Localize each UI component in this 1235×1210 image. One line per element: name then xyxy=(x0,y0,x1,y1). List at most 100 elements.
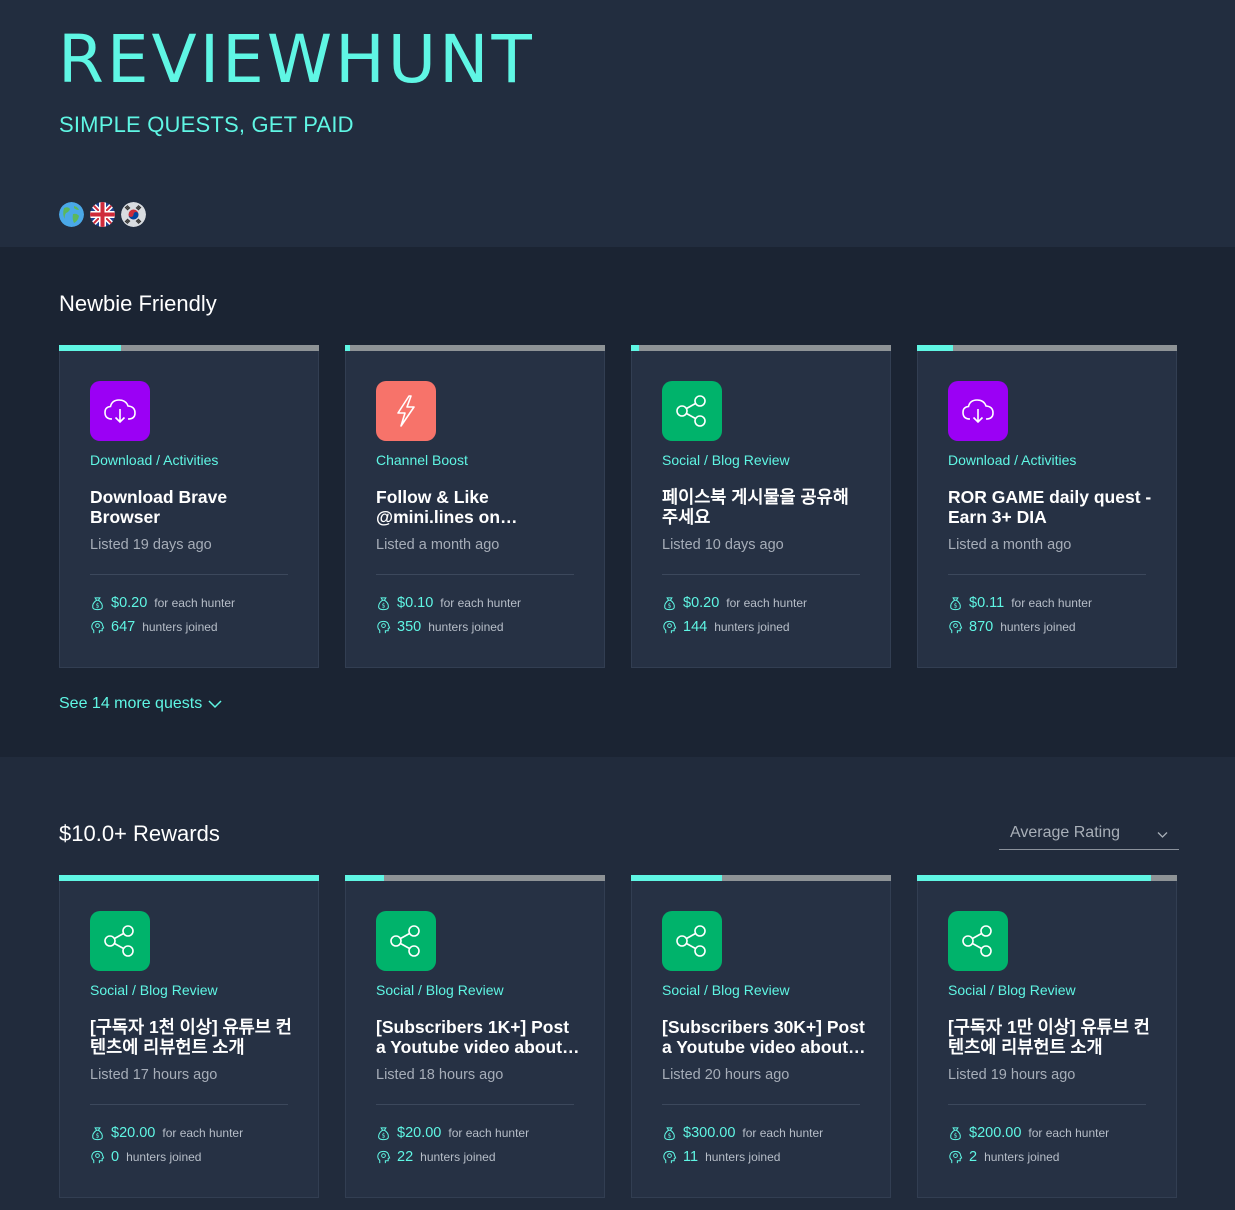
section-newbie-friendly: Newbie Friendly Download / Activities Do… xyxy=(0,247,1235,757)
share-icon xyxy=(676,395,706,427)
money-bag-icon: $ xyxy=(378,1126,389,1140)
head-icon xyxy=(377,620,391,633)
cloud-download-icon xyxy=(104,399,136,424)
quest-listed-time: Listed 19 days ago xyxy=(90,537,212,553)
money-bag-icon: $ xyxy=(950,596,961,610)
card-divider xyxy=(376,574,574,575)
quest-listed-time: Listed 20 hours ago xyxy=(662,1067,790,1083)
head-icon xyxy=(377,1150,391,1163)
category-icon-box xyxy=(948,381,1008,441)
quest-title: [구독자 1만 이상] 유튜브 컨텐츠에 리뷰헌트 소개 xyxy=(948,1017,1150,1057)
reward-amount: $200.00 xyxy=(969,1125,1022,1141)
quest-card[interactable]: Download / Activities Download Brave Bro… xyxy=(59,345,319,668)
quest-title: 페이스북 게시물을 공유해 주세요 xyxy=(662,487,849,527)
sort-selected-value: Average Rating xyxy=(1010,824,1120,841)
reward-amount: $20.00 xyxy=(397,1125,442,1141)
quest-card[interactable]: Social / Blog Review [구독자 1만 이상] 유튜브 컨텐츠… xyxy=(917,875,1177,1198)
hunters-suffix: hunters joined xyxy=(142,620,218,634)
quest-progress-bar xyxy=(917,345,1177,351)
hunters-count: 350 xyxy=(397,619,422,635)
uk-flag-icon[interactable] xyxy=(90,202,115,227)
reward-amount: $300.00 xyxy=(683,1125,736,1141)
hunters-count: 870 xyxy=(969,619,994,635)
quest-progress-bar xyxy=(345,875,605,881)
globe-icon[interactable] xyxy=(59,202,84,227)
svg-text:$: $ xyxy=(668,602,672,609)
reward-amount: $0.11 xyxy=(969,595,1005,611)
quest-category: Social / Blog Review xyxy=(662,452,790,468)
svg-text:$: $ xyxy=(382,1132,386,1139)
sort-dropdown[interactable]: Average Rating xyxy=(999,819,1179,850)
hunters-suffix: hunters joined xyxy=(126,1150,202,1164)
quest-reward: $ $0.20 for each hunter xyxy=(90,595,235,611)
head-icon xyxy=(949,620,963,633)
svg-text:$: $ xyxy=(954,602,958,609)
quest-title: [Subscribers 1K+] Post a Youtube video a… xyxy=(376,1017,580,1057)
head-icon xyxy=(663,620,677,633)
quest-reward: $ $0.11 for each hunter xyxy=(948,595,1092,611)
quest-hunters: 2 hunters joined xyxy=(948,1149,1059,1165)
see-more-label: See 14 more quests xyxy=(59,695,203,712)
hunters-count: 22 xyxy=(397,1149,414,1165)
quest-reward: $ $20.00 for each hunter xyxy=(90,1125,243,1141)
quest-reward: $ $300.00 for each hunter xyxy=(662,1125,823,1141)
quest-listed-time: Listed 18 hours ago xyxy=(376,1067,504,1083)
quest-listed-time: Listed a month ago xyxy=(948,537,1072,553)
quest-card[interactable]: Social / Blog Review 페이스북 게시물을 공유해 주세요 L… xyxy=(631,345,891,668)
money-bag-icon: $ xyxy=(664,1126,675,1140)
share-icon xyxy=(104,925,134,957)
category-icon-box xyxy=(948,911,1008,971)
quest-card[interactable]: Download / Activities ROR GAME daily que… xyxy=(917,345,1177,668)
quest-card[interactable]: Social / Blog Review [Subscribers 1K+] P… xyxy=(345,875,605,1198)
quest-card[interactable]: Social / Blog Review [Subscribers 30K+] … xyxy=(631,875,891,1198)
head-icon xyxy=(91,1150,105,1163)
category-icon-box xyxy=(376,911,436,971)
svg-text:$: $ xyxy=(668,1132,672,1139)
quest-hunters: 647 hunters joined xyxy=(90,619,218,635)
section-title: $10.0+ Rewards xyxy=(59,821,220,846)
category-icon-box xyxy=(662,911,722,971)
card-divider xyxy=(376,1104,574,1105)
quest-progress-bar xyxy=(59,875,319,881)
quest-card[interactable]: Channel Boost Follow & Like @mini.lines … xyxy=(345,345,605,668)
reward-suffix: for each hunter xyxy=(162,1126,244,1140)
see-more-quests-link[interactable]: See 14 more quests xyxy=(59,695,222,713)
card-divider xyxy=(662,574,860,575)
quest-progress-fill xyxy=(917,345,954,351)
reward-suffix: for each hunter xyxy=(448,1126,530,1140)
money-bag-icon: $ xyxy=(92,1126,103,1140)
share-icon xyxy=(676,925,706,957)
quest-listed-time: Listed 17 hours ago xyxy=(90,1067,218,1083)
quest-title: [Subscribers 30K+] Post a Youtube video … xyxy=(662,1017,866,1057)
svg-text:$: $ xyxy=(96,1132,100,1139)
tagline: SIMPLE QUESTS, GET PAID xyxy=(59,112,354,137)
quest-category: Social / Blog Review xyxy=(90,982,218,998)
quest-listed-time: Listed 10 days ago xyxy=(662,537,784,553)
reward-suffix: for each hunter xyxy=(726,596,808,610)
quest-card[interactable]: Social / Blog Review [구독자 1천 이상] 유튜브 컨텐츠… xyxy=(59,875,319,1198)
site-logo[interactable]: REVIEWHUNT xyxy=(58,22,535,98)
money-bag-icon: $ xyxy=(950,1126,961,1140)
quest-category: Download / Activities xyxy=(90,452,219,468)
category-icon-box xyxy=(662,381,722,441)
quest-hunters: 870 hunters joined xyxy=(948,619,1076,635)
hunters-suffix: hunters joined xyxy=(984,1150,1060,1164)
svg-text:$: $ xyxy=(382,602,386,609)
hunters-count: 144 xyxy=(683,619,708,635)
quest-category: Download / Activities xyxy=(948,452,1077,468)
quest-title: Download Brave Browser xyxy=(90,487,228,527)
hunters-suffix: hunters joined xyxy=(420,1150,496,1164)
korea-flag-icon[interactable] xyxy=(121,202,146,227)
hero-header: REVIEWHUNT SIMPLE QUESTS, GET PAID xyxy=(0,0,1235,247)
quest-hunters: 0 hunters joined xyxy=(90,1149,201,1165)
head-icon xyxy=(949,1150,963,1163)
quest-listed-time: Listed a month ago xyxy=(376,537,500,553)
quest-progress-fill xyxy=(631,875,722,881)
quest-reward: $ $0.20 for each hunter xyxy=(662,595,807,611)
quest-title: [구독자 1천 이상] 유튜브 컨텐츠에 리뷰헌트 소개 xyxy=(90,1017,292,1057)
hunters-count: 2 xyxy=(969,1149,978,1165)
category-icon-box xyxy=(376,381,436,441)
quest-progress-fill xyxy=(345,875,384,881)
quest-reward: $ $200.00 for each hunter xyxy=(948,1125,1109,1141)
quest-card-list: Social / Blog Review [구독자 1천 이상] 유튜브 컨텐츠… xyxy=(59,875,1177,1198)
